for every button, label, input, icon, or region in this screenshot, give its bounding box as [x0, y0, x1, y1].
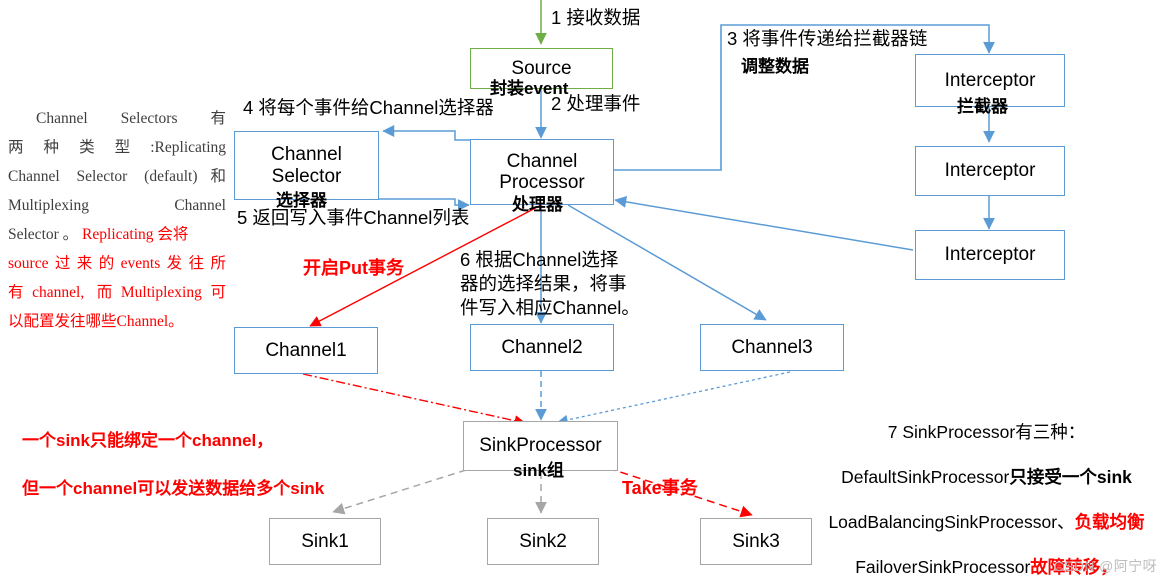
- diagram-canvas: Source 封装event Channel Selector 选择器 Chan…: [0, 0, 1173, 584]
- node-interceptor-1-label: Interceptor: [944, 69, 1036, 91]
- note-line-5-red: Replicating 会将: [82, 226, 189, 243]
- node-sink-1-label: Sink1: [301, 530, 349, 552]
- note7-l2a: DefaultSinkProcessor: [841, 466, 1010, 487]
- edge-interceptor3-to-processor: [614, 195, 914, 251]
- note7-line-3: LoadBalancingSinkProcessor、负载均衡: [800, 511, 1173, 534]
- edge-channel1-to-sinkprocessor: [302, 373, 526, 427]
- step-6-label: 6 根据Channel选择 器的选择结果，将事 件写入相应Channel。: [460, 249, 640, 318]
- node-interceptor-3[interactable]: Interceptor: [915, 230, 1065, 280]
- node-sink-2-label: Sink2: [519, 530, 567, 552]
- node-sink-processor-cn: sink组: [513, 461, 565, 480]
- channel-selectors-note-l8: 以配置发往哪些Channel。: [8, 307, 226, 336]
- note-line-4: Multiplexing Channel: [8, 197, 226, 214]
- node-interceptor-2[interactable]: Interceptor: [915, 146, 1065, 196]
- note7-line-2: DefaultSinkProcessor只接受一个sink: [800, 466, 1173, 489]
- note7-l1: 7 SinkProcessor有三种：: [887, 421, 1086, 442]
- note7-l4a: FailoverSinkProcessor: [855, 556, 1031, 577]
- channel-selectors-note-l1: Channel Selectors 有: [8, 104, 226, 133]
- note-line-7: 有channel, 而Multiplexing可: [8, 284, 226, 301]
- note7-l3b: 负载均衡: [1074, 511, 1145, 532]
- node-channel-1-label: Channel1: [265, 339, 347, 361]
- sink-binding-note: 一个sink只能绑定一个channel， 但一个channel可以发送数据给多个…: [22, 405, 324, 525]
- channel-selectors-note: Channel Selectors 有 两 种 类 型 :Replicating…: [8, 104, 226, 336]
- note-line-3: Channel Selector (default)和: [8, 168, 226, 185]
- channel-selectors-note-l6: source过来的events发往所: [8, 249, 226, 278]
- step-3-label: 3 将事件传递给拦截器链: [727, 28, 928, 49]
- step-3-sublabel: 调整数据: [741, 57, 809, 76]
- node-channel-3-label: Channel3: [731, 336, 813, 358]
- step-2-label: 2 处理事件: [551, 93, 641, 114]
- node-channel-1[interactable]: Channel1: [234, 327, 378, 374]
- node-sink-3[interactable]: Sink3: [700, 518, 812, 565]
- node-channel-processor-cn: 处理器: [512, 195, 563, 214]
- note-line-6: source过来的events发往所: [8, 255, 226, 272]
- edge-selector-to-processor: [378, 198, 470, 211]
- node-channel-processor-label: Channel Processor: [499, 150, 585, 193]
- step-1-label: 1 接收数据: [551, 7, 641, 28]
- node-channel-3[interactable]: Channel3: [700, 324, 844, 371]
- channel-selectors-note-l4: Multiplexing Channel: [8, 191, 226, 220]
- csdn-watermark: CSDN @阿宁呀: [1053, 558, 1157, 574]
- node-sink-processor-label: SinkProcessor: [479, 435, 602, 457]
- channel-selectors-note-l7: 有channel, 而Multiplexing可: [8, 278, 226, 307]
- node-sink-2[interactable]: Sink2: [487, 518, 599, 565]
- note7-l2b: 只接受一个sink: [1009, 466, 1132, 487]
- edge-sinkprocessor-to-sink1: [332, 469, 467, 515]
- note-line-2: 两 种 类 型 :Replicating: [8, 139, 226, 156]
- node-interceptor-2-label: Interceptor: [944, 160, 1036, 182]
- channel-selectors-note-l3: Channel Selector (default)和: [8, 162, 226, 191]
- note-line-1: Channel Selectors 有: [36, 110, 226, 127]
- note7-line-1: 7 SinkProcessor有三种：: [800, 421, 1173, 444]
- note7-l3a: LoadBalancingSinkProcessor、: [828, 511, 1075, 532]
- node-interceptor-1-cn: 拦截器: [957, 97, 1008, 116]
- node-sink-3-label: Sink3: [732, 530, 780, 552]
- node-channel-2[interactable]: Channel2: [470, 324, 614, 371]
- node-channel-2-label: Channel2: [501, 336, 583, 358]
- node-channel-selector-label: Channel Selector: [271, 144, 342, 187]
- edge-channel3-to-sinkprocessor: [557, 371, 791, 426]
- channel-selectors-note-l5: Selector 。 Replicating 会将: [8, 220, 226, 249]
- channel-selectors-note-l2: 两 种 类 型 :Replicating: [8, 133, 226, 162]
- edge-processor-to-selector: [382, 125, 471, 141]
- step-4-label: 4 将每个事件给Channel选择器: [243, 97, 494, 118]
- node-interceptor-3-label: Interceptor: [944, 244, 1036, 266]
- take-transaction-label: Take事务: [622, 478, 698, 498]
- step-5-label: 5 返回写入事件Channel列表: [237, 207, 470, 228]
- note-line-8: 以配置发往哪些Channel。: [8, 313, 184, 330]
- sink-binding-note-line2: 但一个channel可以发送数据给多个sink: [22, 479, 325, 498]
- sink-binding-note-line1: 一个sink只能绑定一个channel，: [22, 431, 274, 450]
- note-line-5: Selector 。: [8, 226, 83, 243]
- put-transaction-label: 开启Put事务: [303, 258, 404, 278]
- node-sink-1[interactable]: Sink1: [269, 518, 381, 565]
